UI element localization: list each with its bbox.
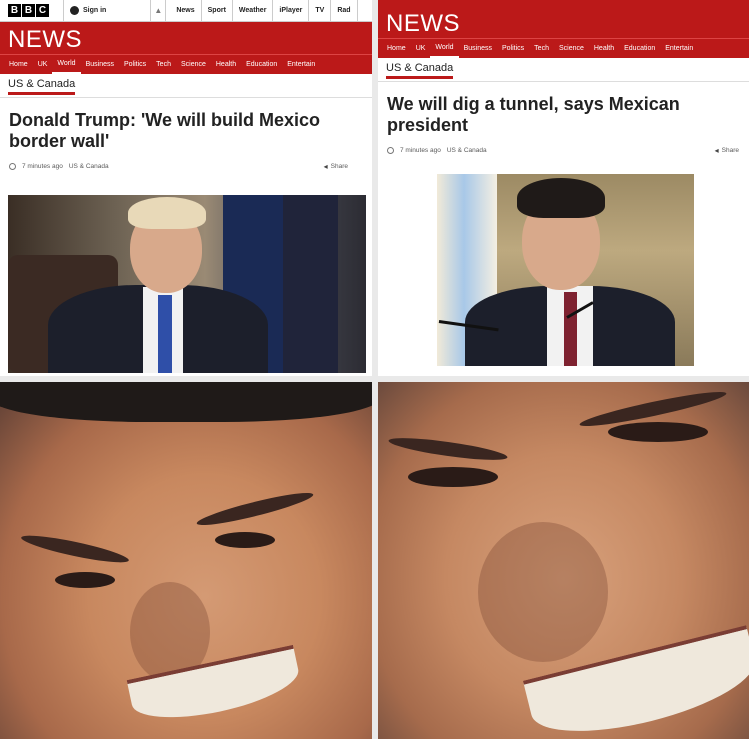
closeup-smile-zoomed-photo xyxy=(378,382,749,739)
nav-tech[interactable]: Tech xyxy=(529,39,554,59)
bell-icon[interactable]: ▲ xyxy=(150,0,167,22)
nav-education[interactable]: Education xyxy=(241,55,282,75)
closeup-smile-photo xyxy=(0,382,372,739)
nav-science[interactable]: Science xyxy=(176,55,211,75)
article-headline: We will dig a tunnel, says Mexican presi… xyxy=(387,94,680,135)
news-title[interactable]: NEWS xyxy=(378,0,749,38)
nav-entertainment[interactable]: Entertain xyxy=(282,55,320,75)
nav-business[interactable]: Business xyxy=(459,39,497,59)
clock-icon xyxy=(387,147,394,154)
bbc-logo[interactable]: B B C xyxy=(8,4,49,17)
nav-home[interactable]: Home xyxy=(4,55,33,75)
share-button[interactable]: ◂ Share xyxy=(715,146,739,155)
share-button[interactable]: ◂ Share xyxy=(324,162,348,171)
article-time: 7 minutes ago xyxy=(400,147,441,154)
article-photo-trump xyxy=(8,195,366,373)
nav-science[interactable]: Science xyxy=(554,39,589,59)
subnav: US & Canada xyxy=(0,74,372,98)
clock-icon xyxy=(9,163,16,170)
bbc-article-trump-panel: B B C Sign in ▲ News Sport Weather iPlay… xyxy=(0,0,372,376)
top-link-radio[interactable]: Rad xyxy=(331,0,358,22)
top-link-weather[interactable]: Weather xyxy=(233,0,274,22)
nav-education[interactable]: Education xyxy=(619,39,660,59)
nav-tech[interactable]: Tech xyxy=(151,55,176,75)
nav-uk[interactable]: UK xyxy=(33,55,53,75)
news-title[interactable]: NEWS xyxy=(0,22,372,54)
news-header: NEWS Home UK World Business Politics Tec… xyxy=(0,22,372,75)
meme-grid: B B C Sign in ▲ News Sport Weather iPlay… xyxy=(0,0,749,739)
nav-politics[interactable]: Politics xyxy=(497,39,529,59)
nav-entertainment[interactable]: Entertain xyxy=(660,39,698,59)
article-headline: Donald Trump: 'We will build Mexico bord… xyxy=(9,110,320,151)
article-meta: 7 minutes ago US & Canada ◂ Share xyxy=(378,136,749,155)
bbc-article-mexico-panel: NEWS Home UK World Business Politics Tec… xyxy=(378,0,749,376)
nav-health[interactable]: Health xyxy=(589,39,619,59)
article-meta: 7 minutes ago US & Canada ◂ Share xyxy=(0,152,372,171)
sign-in-link[interactable]: Sign in xyxy=(63,0,106,22)
bbc-logo-letter: B xyxy=(22,4,35,17)
nav-business[interactable]: Business xyxy=(81,55,119,75)
nav-health[interactable]: Health xyxy=(211,55,241,75)
section-nav: Home UK World Business Politics Tech Sci… xyxy=(0,54,372,75)
subnav: US & Canada xyxy=(378,58,749,82)
top-link-sport[interactable]: Sport xyxy=(202,0,233,22)
bbc-logo-letter: C xyxy=(36,4,49,17)
top-link-news[interactable]: News xyxy=(170,0,202,22)
news-header: NEWS Home UK World Business Politics Tec… xyxy=(378,0,749,59)
nav-world[interactable]: World xyxy=(430,39,459,59)
subnav-us-canada[interactable]: US & Canada xyxy=(8,78,76,95)
article-section[interactable]: US & Canada xyxy=(69,163,109,170)
share-label: Share xyxy=(721,147,739,154)
article-time: 7 minutes ago xyxy=(22,163,63,170)
nav-uk[interactable]: UK xyxy=(411,39,431,59)
user-icon xyxy=(70,6,79,15)
top-link-iplayer[interactable]: iPlayer xyxy=(273,0,310,22)
share-label: Share xyxy=(330,163,348,170)
section-nav: Home UK World Business Politics Tech Sci… xyxy=(378,38,749,59)
bbc-top-bar: B B C Sign in ▲ News Sport Weather iPlay… xyxy=(0,0,372,22)
article-photo-pena-nieto xyxy=(437,174,694,366)
top-link-tv[interactable]: TV xyxy=(309,0,332,22)
article-section[interactable]: US & Canada xyxy=(447,147,487,154)
share-icon: ◂ xyxy=(323,162,328,171)
subnav-us-canada[interactable]: US & Canada xyxy=(386,62,454,79)
nav-world[interactable]: World xyxy=(52,55,81,75)
sign-in-label: Sign in xyxy=(83,7,107,14)
share-icon: ◂ xyxy=(714,146,719,155)
bbc-logo-letter: B xyxy=(8,4,21,17)
top-links: News Sport Weather iPlayer TV Rad xyxy=(170,0,358,22)
nav-home[interactable]: Home xyxy=(382,39,411,59)
nav-politics[interactable]: Politics xyxy=(119,55,151,75)
